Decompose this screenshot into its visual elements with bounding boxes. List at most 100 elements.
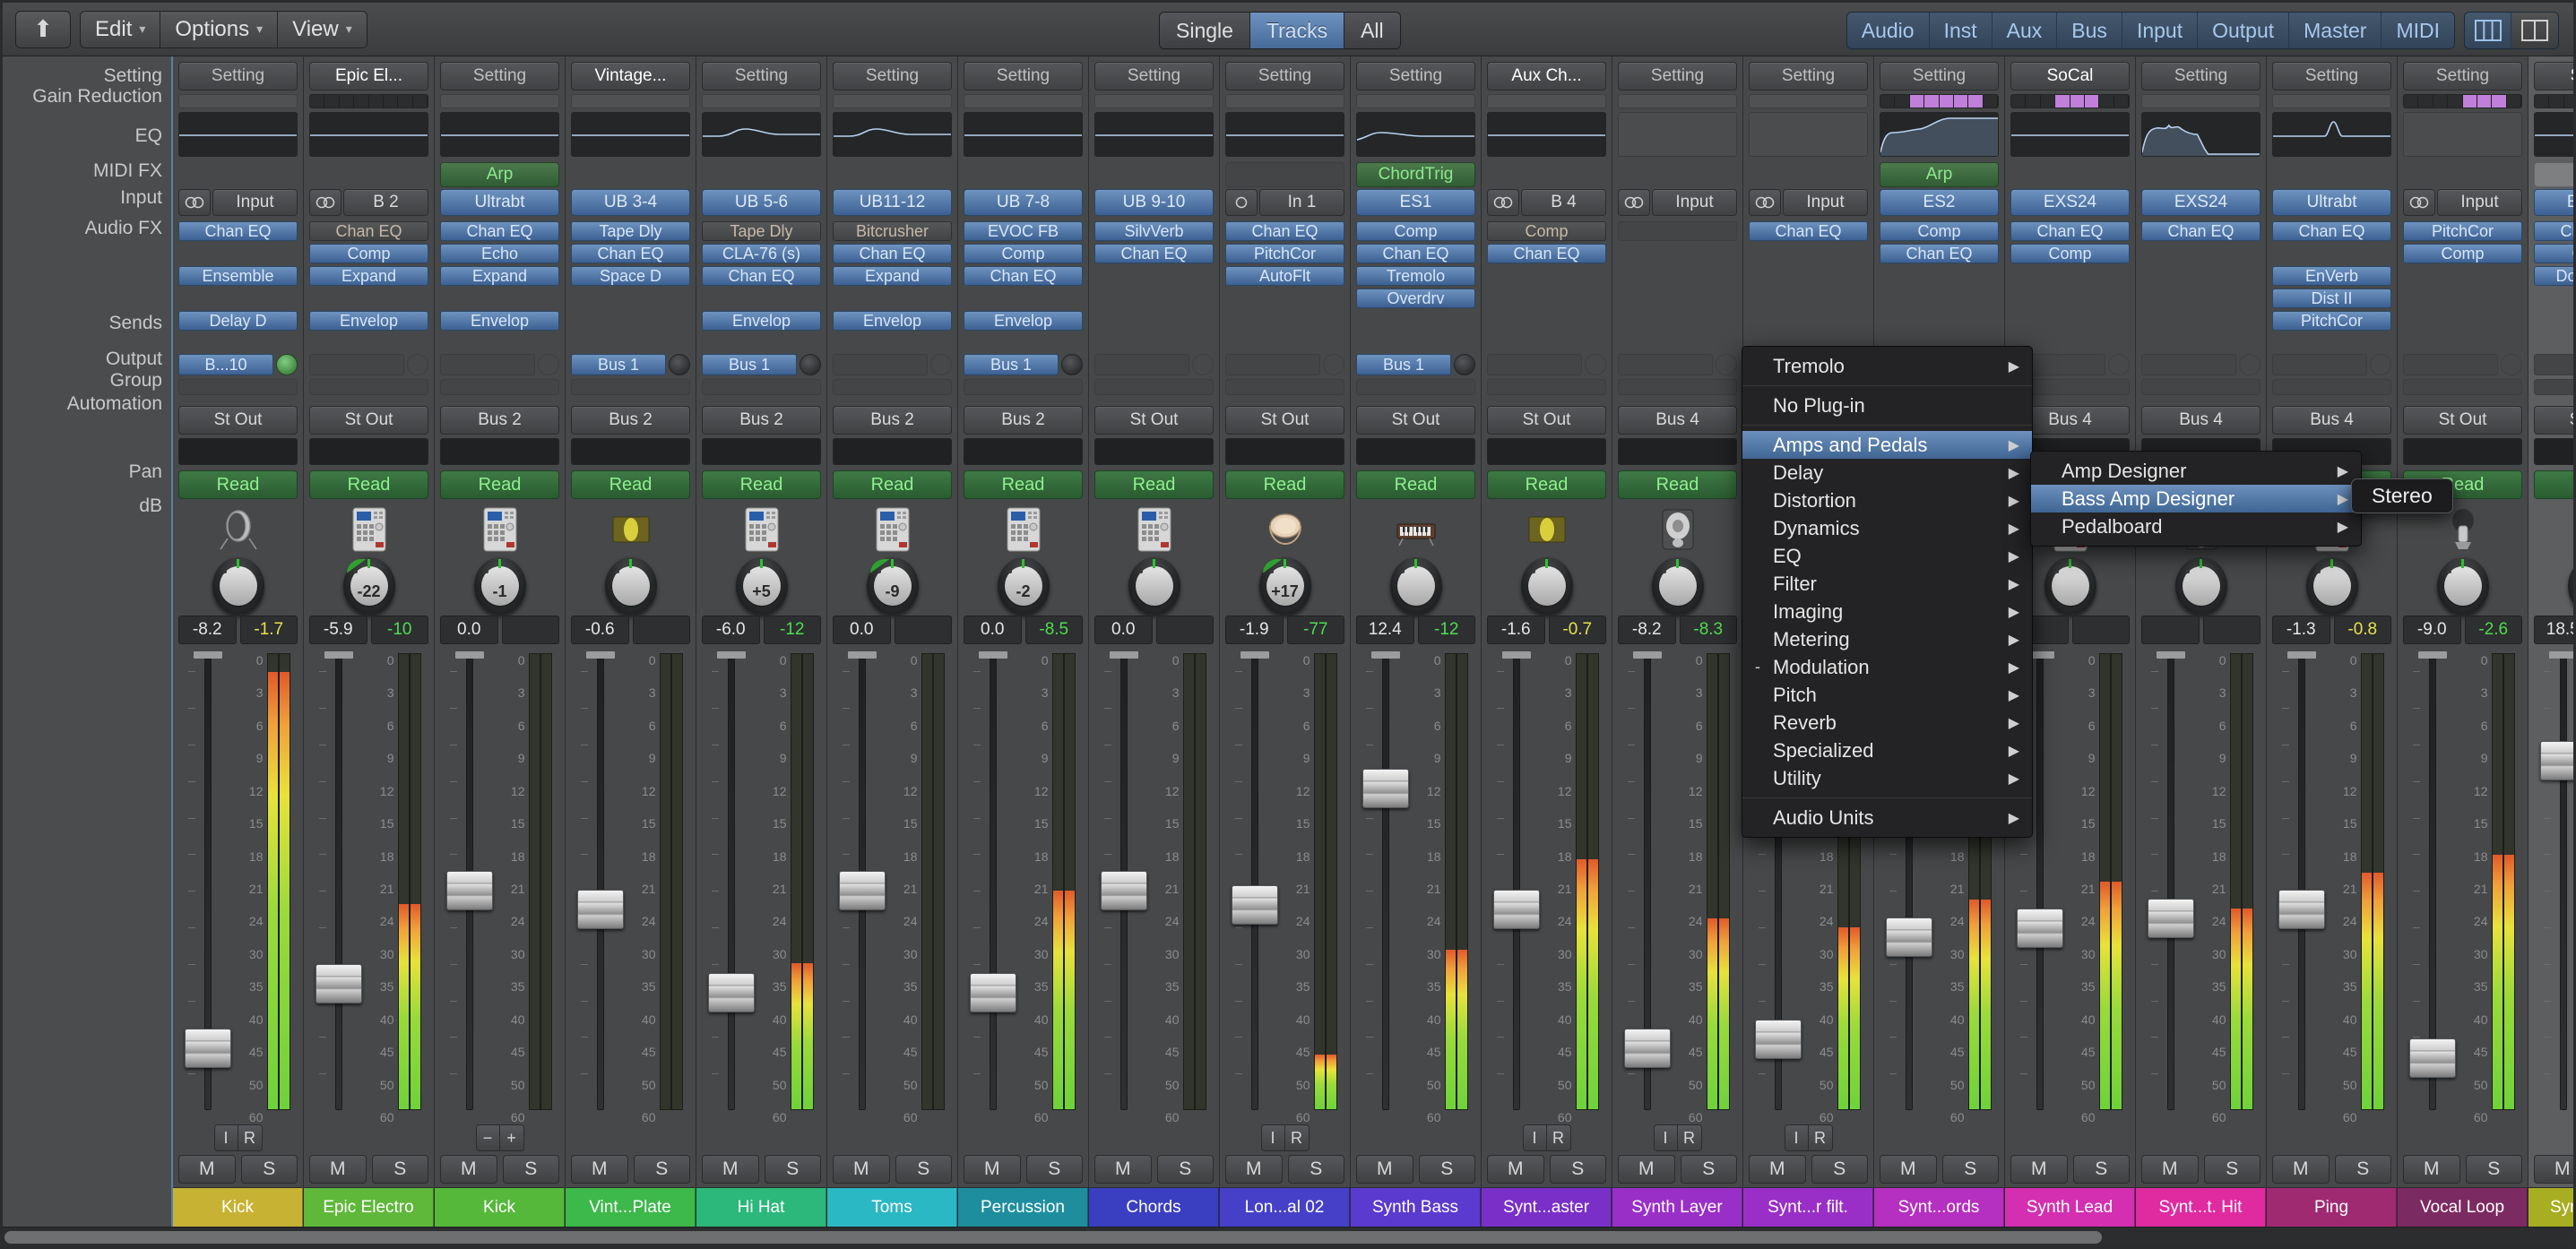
audio-fx-slot[interactable]: Expand xyxy=(309,266,428,286)
solo-button[interactable]: S xyxy=(1418,1155,1475,1184)
menu-item-amps-and-pedals[interactable]: Amps and Pedals ▶ xyxy=(1742,431,2032,459)
menu-item-specialized[interactable]: Specialized ▶ xyxy=(1742,736,2032,764)
channel-name[interactable]: Vint...Plate xyxy=(566,1187,696,1227)
peak-value[interactable] xyxy=(632,616,690,644)
eq-thumbnail[interactable] xyxy=(2010,112,2130,157)
send-slot[interactable] xyxy=(2272,354,2391,375)
input-monitor-button[interactable]: I xyxy=(214,1125,238,1150)
fader-handle[interactable] xyxy=(1493,890,1541,930)
send-slot[interactable] xyxy=(2141,354,2260,375)
audio-fx-slot[interactable]: Chan EQ xyxy=(833,244,952,263)
midi-fx-slot[interactable] xyxy=(2141,162,2260,187)
send-slot[interactable]: Bus 1 xyxy=(1356,354,1475,375)
audio-fx-slot[interactable] xyxy=(1094,333,1214,353)
audio-fx-slot[interactable] xyxy=(1618,266,1737,286)
audio-fx-slot[interactable] xyxy=(2534,289,2573,308)
audio-fx-slot[interactable] xyxy=(1094,266,1214,286)
send-destination[interactable]: Bus 1 xyxy=(702,354,797,375)
eq-thumbnail[interactable] xyxy=(1094,112,1214,157)
audio-fx-slot[interactable]: Chan EQ xyxy=(702,266,821,286)
audio-fx-slot[interactable] xyxy=(1618,311,1737,331)
send-destination[interactable]: Bus 1 xyxy=(571,354,666,375)
channel-strip[interactable]: Setting Ultrabt Chan EQ EnVerb Dist II PitchC… xyxy=(2267,56,2398,1227)
solo-button[interactable]: S xyxy=(764,1155,821,1184)
send-slot-empty[interactable] xyxy=(1356,379,1475,395)
input-record-buttons[interactable]: IR xyxy=(1522,1124,1571,1151)
fader-handle[interactable] xyxy=(970,973,1017,1013)
stereo-menu-item[interactable]: Stereo xyxy=(2372,484,2433,507)
group-slot[interactable] xyxy=(1487,438,1606,465)
audio-fx-slot[interactable] xyxy=(1487,333,1606,353)
midi-fx-slot[interactable] xyxy=(571,162,690,187)
fader-handle[interactable] xyxy=(1362,769,1410,809)
input-monitor-button[interactable]: I xyxy=(1785,1125,1809,1150)
input-record-buttons[interactable]: IR xyxy=(213,1124,263,1151)
send-destination[interactable] xyxy=(2141,354,2236,375)
audio-fx-slot[interactable] xyxy=(1749,244,1868,263)
peak-value[interactable]: -8.3 xyxy=(1679,616,1737,644)
audio-fx-slot[interactable]: Echo xyxy=(440,244,559,263)
menu-item-filter[interactable]: Filter ▶ xyxy=(1742,570,2032,598)
peak-value[interactable]: -12 xyxy=(763,616,821,644)
view-scope-single[interactable]: Single xyxy=(1160,13,1250,48)
audio-fx-slot[interactable] xyxy=(1487,266,1606,286)
send-level-knob[interactable] xyxy=(1454,354,1475,375)
audio-fx-slot[interactable]: Comp xyxy=(1487,221,1606,241)
audio-fx-slot[interactable]: EnVerb xyxy=(2272,266,2391,286)
mute-button[interactable]: M xyxy=(571,1155,628,1184)
send-destination[interactable] xyxy=(833,354,928,375)
send-level-knob[interactable] xyxy=(2370,354,2391,375)
audio-fx-slot[interactable]: Space D xyxy=(571,266,690,286)
audio-fx-slot[interactable] xyxy=(178,333,298,353)
audio-fx-slot[interactable] xyxy=(702,289,821,308)
fader-handle[interactable] xyxy=(1755,1020,1802,1060)
channel-strip[interactable]: Setting UB 5-6 Tape Dly CLA-76 (s) Chan EQ En… xyxy=(696,56,827,1227)
send-destination[interactable] xyxy=(440,354,535,375)
solo-button[interactable]: S xyxy=(895,1155,952,1184)
input-selector[interactable]: Input xyxy=(1783,189,1868,216)
send-slot-empty[interactable] xyxy=(702,379,821,395)
sampler-icon[interactable] xyxy=(702,504,821,555)
submenu-item-amp-designer[interactable]: Amp Designer ▶ xyxy=(2031,457,2361,485)
menu-edit[interactable]: Edit ▾ xyxy=(81,11,161,47)
audio-fx-slot[interactable] xyxy=(178,289,298,308)
channel-strip[interactable]: Setting Input Bus 4 Read -8.2 -8.3 0 3 6 9 12 15 18 2… xyxy=(1612,56,1743,1227)
solo-button[interactable]: S xyxy=(371,1155,428,1184)
menu-item-dynamics[interactable]: Dynamics ▶ xyxy=(1742,514,2032,542)
audio-fx-slot[interactable]: Chan EQ xyxy=(2141,221,2260,241)
send-level-knob[interactable] xyxy=(407,354,428,375)
channel-name[interactable]: Synth Layer xyxy=(1612,1187,1742,1227)
group-slot[interactable] xyxy=(1225,438,1344,465)
fader-handle[interactable] xyxy=(1624,1029,1672,1069)
solo-button[interactable]: S xyxy=(1287,1155,1344,1184)
fader-handle[interactable] xyxy=(708,973,756,1013)
channel-name[interactable]: Ping xyxy=(2267,1187,2397,1227)
send-slot[interactable]: Bus 1 xyxy=(702,354,821,375)
two-column-icon[interactable] xyxy=(2511,13,2558,48)
automation-mode-button[interactable]: Read xyxy=(702,470,821,499)
input-selector[interactable]: B 4 xyxy=(1521,189,1606,216)
output-selector[interactable]: St Out xyxy=(1487,406,1606,435)
audio-fx-slot[interactable]: Chan EQ xyxy=(1356,244,1475,263)
solo-button[interactable]: S xyxy=(1025,1155,1083,1184)
plus-minus-buttons[interactable]: − + xyxy=(475,1124,524,1151)
channel-name[interactable]: Synth Bass xyxy=(1351,1187,1481,1227)
output-selector[interactable]: Bus 2 xyxy=(833,406,952,435)
send-slot-empty[interactable] xyxy=(833,379,952,395)
output-selector[interactable]: Bus 4 xyxy=(1618,406,1737,435)
mute-button[interactable]: M xyxy=(964,1155,1021,1184)
send-slot[interactable] xyxy=(1094,354,1214,375)
midi-fx-slot[interactable] xyxy=(1225,162,1344,187)
mute-button[interactable]: M xyxy=(440,1155,497,1184)
peak-value[interactable] xyxy=(1155,616,1214,644)
horizontal-scrollbar[interactable] xyxy=(3,1227,2573,1246)
mute-button[interactable]: M xyxy=(2010,1155,2068,1184)
audio-fx-slot[interactable]: Comp xyxy=(2403,244,2522,263)
peak-value[interactable]: -10 xyxy=(370,616,428,644)
oval-yellow-icon[interactable] xyxy=(1487,504,1606,555)
audio-fx-slot[interactable] xyxy=(1094,289,1214,308)
audio-fx-slot[interactable] xyxy=(1749,311,1868,331)
audio-fx-slot[interactable]: Chan EQ xyxy=(1749,221,1868,241)
volume-fader[interactable] xyxy=(440,650,500,1114)
audio-fx-slot[interactable]: Comp xyxy=(1356,221,1475,241)
